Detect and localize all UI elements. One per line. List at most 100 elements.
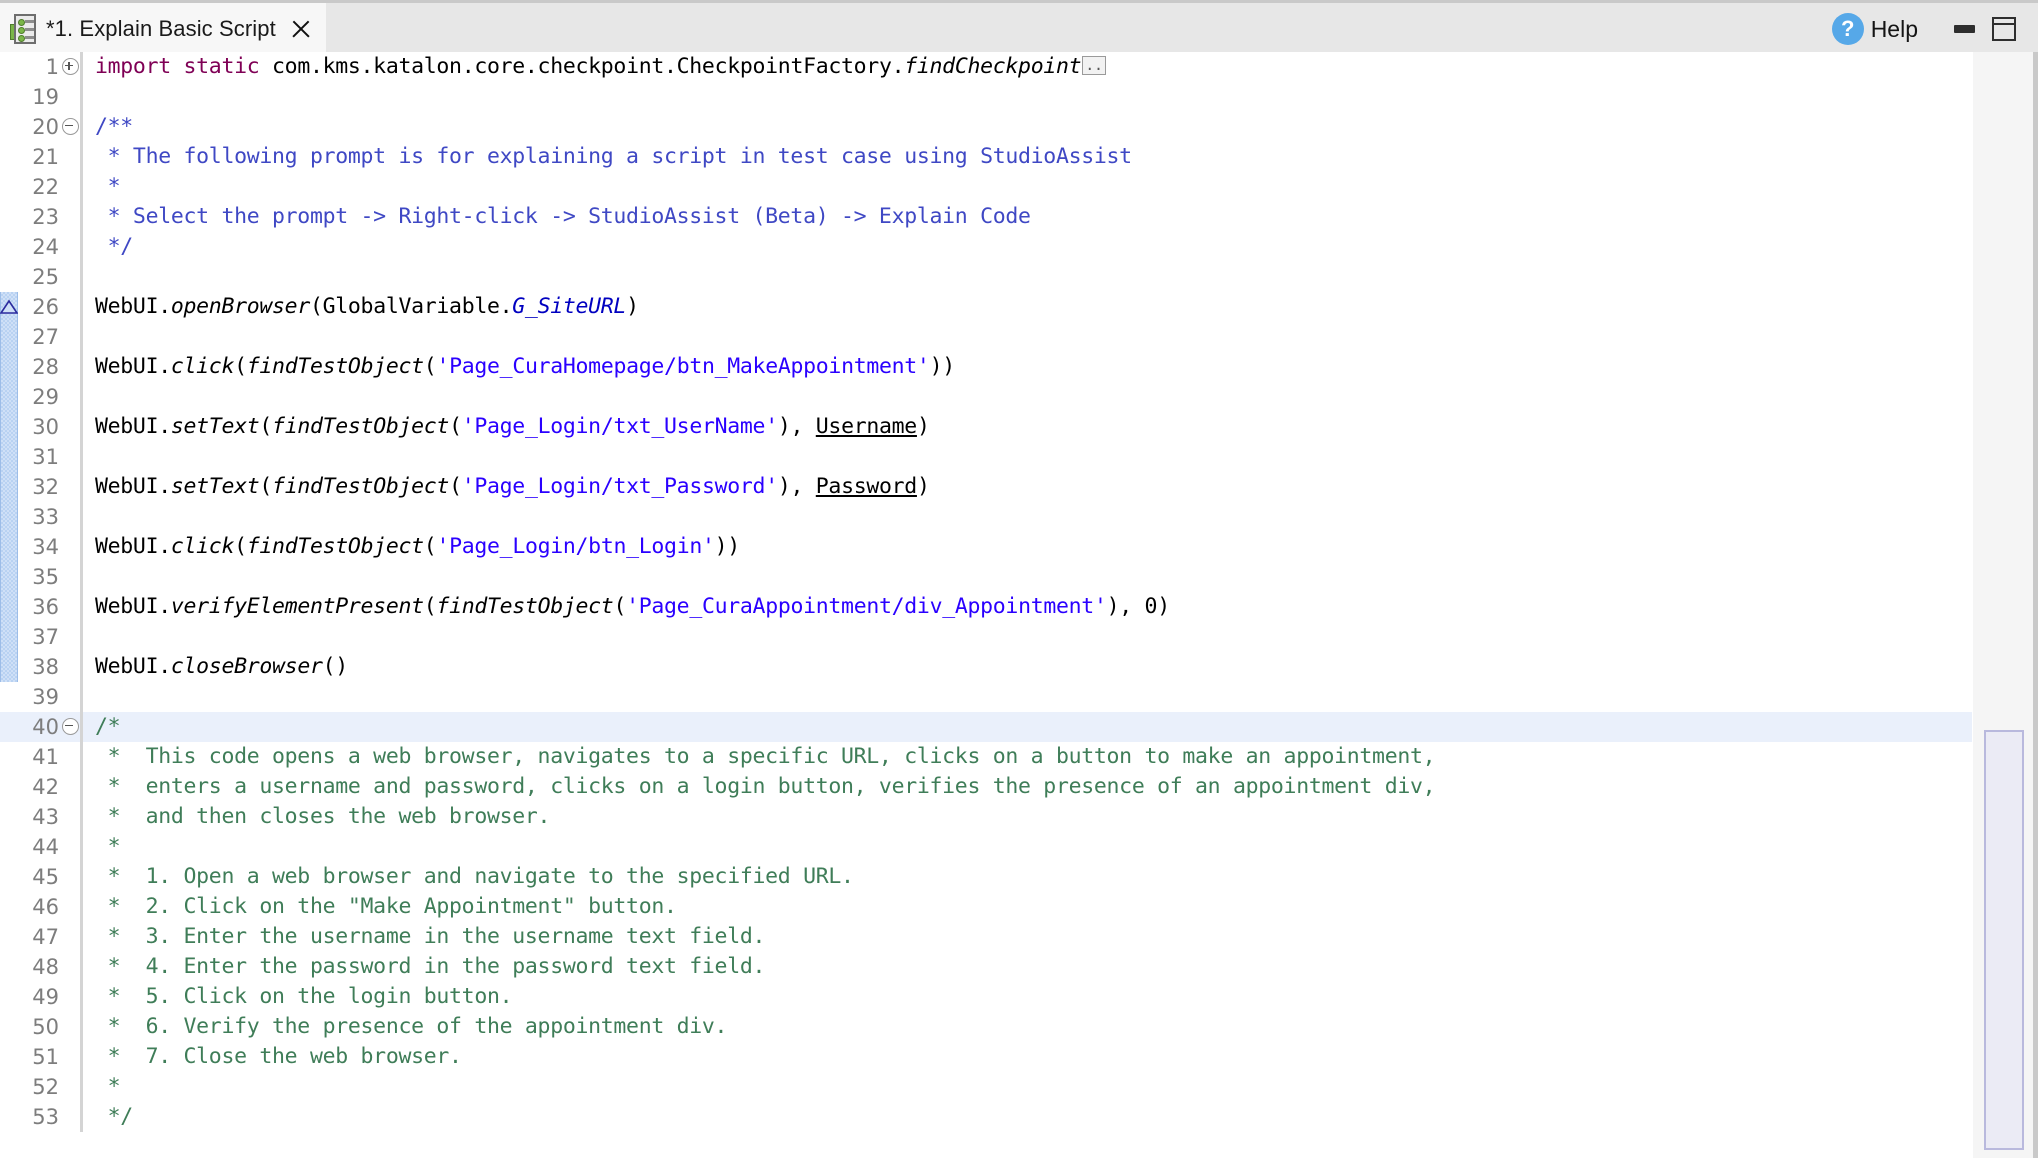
help-button[interactable]: ? Help — [1831, 13, 1918, 45]
code-text[interactable]: WebUI.closeBrowser() — [83, 652, 1972, 682]
code-text[interactable]: WebUI.verifyElementPresent(findTestObjec… — [83, 592, 1972, 622]
code-text[interactable]: * — [83, 172, 1972, 202]
code-lines[interactable]: 1 import static com.kms.katalon.core.chec… — [0, 52, 1972, 1132]
line-number: 47 — [32, 925, 59, 949]
code-text[interactable]: * 1. Open a web browser and navigate to … — [83, 862, 1972, 892]
code-line[interactable]: 1 import static com.kms.katalon.core.chec… — [0, 52, 1972, 82]
collapsed-fold-box[interactable]: .. — [1082, 56, 1106, 75]
code-line[interactable]: 22 * — [0, 172, 1972, 202]
help-label: Help — [1870, 15, 1918, 42]
code-line[interactable]: 33 — [0, 502, 1972, 532]
code-text[interactable]: * This code opens a web browser, navigat… — [83, 742, 1972, 772]
code-line[interactable]: 44 * — [0, 832, 1972, 862]
minimize-button[interactable] — [1944, 11, 1984, 47]
gutter-separator — [80, 442, 83, 472]
code-line[interactable]: 47 * 3. Enter the username in the userna… — [0, 922, 1972, 952]
code-text[interactable]: WebUI.setText(findTestObject('Page_Login… — [83, 472, 1972, 502]
code-line[interactable]: 31 — [0, 442, 1972, 472]
code-line[interactable]: 21 * The following prompt is for explain… — [0, 142, 1972, 172]
code-token-num: 0 — [1144, 594, 1158, 619]
code-line[interactable]: 40 /* — [0, 712, 1972, 742]
gutter-separator — [80, 622, 83, 652]
code-text[interactable]: */ — [83, 1102, 1972, 1132]
code-text[interactable]: WebUI.setText(findTestObject('Page_Login… — [83, 412, 1972, 442]
line-number: 36 — [32, 595, 59, 619]
line-number: 29 — [32, 385, 59, 409]
line-number: 21 — [32, 145, 59, 169]
code-line[interactable]: 28 WebUI.click(findTestObject('Page_CuraH… — [0, 352, 1972, 382]
code-line[interactable]: 41 * This code opens a web browser, navi… — [0, 742, 1972, 772]
code-token-plain: (GlobalVariable. — [309, 294, 513, 319]
code-line[interactable]: 32 WebUI.setText(findTestObject('Page_Log… — [0, 472, 1972, 502]
code-area[interactable]: 1 import static com.kms.katalon.core.chec… — [0, 52, 1972, 1158]
code-line[interactable]: 30 WebUI.setText(findTestObject('Page_Log… — [0, 412, 1972, 442]
code-token-plain: WebUI. — [95, 294, 171, 319]
code-token-meth: click — [170, 354, 235, 379]
code-text[interactable]: WebUI.openBrowser(GlobalVariable.G_SiteU… — [83, 292, 1972, 322]
code-text[interactable]: * 5. Click on the login button. — [83, 982, 1972, 1012]
script-editor[interactable]: 1 import static com.kms.katalon.core.chec… — [0, 52, 2038, 1158]
vertical-scrollbar[interactable] — [1972, 52, 2038, 1158]
code-line[interactable]: 45 * 1. Open a web browser and navigate … — [0, 862, 1972, 892]
code-line[interactable]: 27 — [0, 322, 1972, 352]
maximize-button[interactable] — [1984, 11, 2024, 47]
code-line[interactable]: 34 WebUI.click(findTestObject('Page_Login… — [0, 532, 1972, 562]
close-icon[interactable] — [290, 18, 312, 40]
code-line[interactable]: 26 WebUI.openBrowser(GlobalVariable.G_Sit… — [0, 292, 1972, 322]
code-line[interactable]: 43 * and then closes the web browser. — [0, 802, 1972, 832]
code-token-meth: click — [170, 534, 235, 559]
scrollbar-edge — [2033, 52, 2038, 1158]
code-line[interactable]: 53 */ — [0, 1102, 1972, 1132]
code-line[interactable]: 52 * — [0, 1072, 1972, 1102]
code-text[interactable]: * Select the prompt -> Right-click -> St… — [83, 202, 1972, 232]
code-line[interactable]: 19 — [0, 82, 1972, 112]
code-text[interactable]: */ — [83, 232, 1972, 262]
code-line[interactable]: 42 * enters a username and password, cli… — [0, 772, 1972, 802]
code-line[interactable]: 36 WebUI.verifyElementPresent(findTestObj… — [0, 592, 1972, 622]
code-text[interactable]: * enters a username and password, clicks… — [83, 772, 1972, 802]
line-number: 34 — [32, 535, 59, 559]
line-number: 26 — [32, 295, 59, 319]
code-text[interactable]: import static com.kms.katalon.core.check… — [83, 52, 1972, 82]
code-token-str: 'Page_Login/txt_UserName' — [461, 414, 778, 439]
code-line[interactable]: 23 * Select the prompt -> Right-click ->… — [0, 202, 1972, 232]
code-text[interactable]: * — [83, 832, 1972, 862]
code-line[interactable]: 20 /** — [0, 112, 1972, 142]
code-line[interactable]: 24 */ — [0, 232, 1972, 262]
code-line[interactable]: 50 * 6. Verify the presence of the appoi… — [0, 1012, 1972, 1042]
code-text[interactable]: * 4. Enter the password in the password … — [83, 952, 1972, 982]
code-line[interactable]: 46 * 2. Click on the "Make Appointment" … — [0, 892, 1972, 922]
gutter-separator — [80, 682, 83, 712]
code-line[interactable]: 39 — [0, 682, 1972, 712]
gutter-separator — [80, 502, 83, 532]
code-text[interactable]: * — [83, 1072, 1972, 1102]
fold-collapse-icon[interactable] — [60, 112, 80, 142]
code-line[interactable]: 25 — [0, 262, 1972, 292]
fold-collapse-icon[interactable] — [60, 712, 80, 742]
scrollbar-thumb[interactable] — [1984, 730, 2024, 1150]
code-text[interactable]: /** — [83, 112, 1972, 142]
code-line[interactable]: 48 * 4. Enter the password in the passwo… — [0, 952, 1972, 982]
code-token-meth: setText — [170, 474, 260, 499]
code-text[interactable]: * 6. Verify the presence of the appointm… — [83, 1012, 1972, 1042]
code-line[interactable]: 37 — [0, 622, 1972, 652]
code-token-plain: ( — [423, 534, 437, 559]
tab-explain-basic-script[interactable]: *1. Explain Basic Script — [0, 3, 326, 55]
code-text[interactable]: * The following prompt is for explaining… — [83, 142, 1972, 172]
code-line[interactable]: 29 — [0, 382, 1972, 412]
code-line[interactable]: 38 WebUI.closeBrowser() — [0, 652, 1972, 682]
code-text[interactable]: * 7. Close the web browser. — [83, 1042, 1972, 1072]
code-line[interactable]: 35 — [0, 562, 1972, 592]
code-line[interactable]: 49 * 5. Click on the login button. — [0, 982, 1972, 1012]
code-text[interactable]: * and then closes the web browser. — [83, 802, 1972, 832]
code-text[interactable]: WebUI.click(findTestObject('Page_Login/b… — [83, 532, 1972, 562]
code-text[interactable]: * 2. Click on the "Make Appointment" but… — [83, 892, 1972, 922]
code-token-plain: ), — [777, 414, 816, 439]
line-marker-gutter[interactable] — [0, 292, 19, 327]
code-text[interactable]: WebUI.click(findTestObject('Page_CuraHom… — [83, 352, 1972, 382]
code-text[interactable]: /* — [83, 712, 1972, 742]
line-number: 19 — [32, 85, 59, 109]
code-text[interactable]: * 3. Enter the username in the username … — [83, 922, 1972, 952]
fold-expand-icon[interactable] — [60, 52, 80, 82]
code-line[interactable]: 51 * 7. Close the web browser. — [0, 1042, 1972, 1072]
